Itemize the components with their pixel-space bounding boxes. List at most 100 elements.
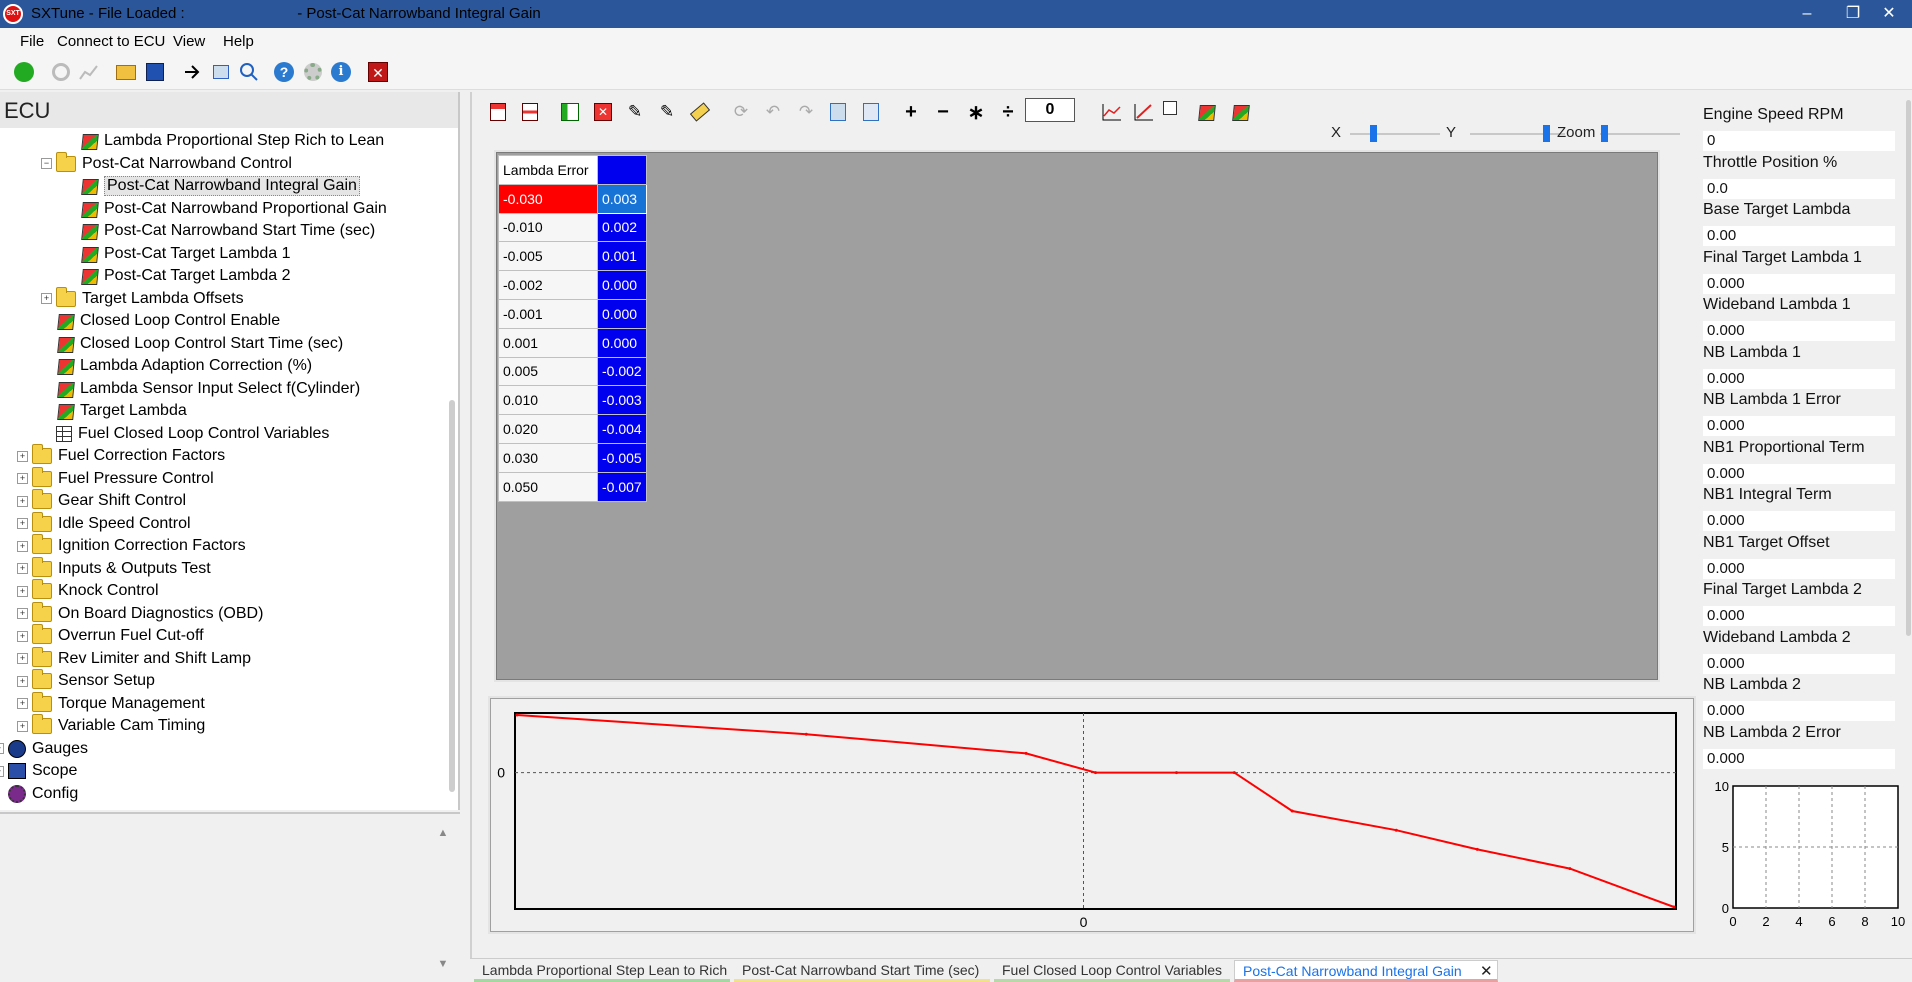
value-cell[interactable]: 0.003 — [597, 183, 647, 214]
tree-item[interactable]: Closed Loop Control Enable — [41, 310, 280, 332]
power-icon[interactable] — [13, 61, 35, 83]
tree-item[interactable]: Post-Cat Target Lambda 1 — [65, 243, 290, 265]
tree-item[interactable]: + Overrun Fuel Cut-off — [17, 624, 204, 647]
row-breakpoint-cell[interactable]: -0.010 — [498, 212, 598, 243]
help-icon[interactable]: ? — [273, 61, 295, 83]
tree-item[interactable]: + Variable Cam Timing — [17, 714, 205, 737]
tree-item[interactable]: Lambda Sensor Input Select f(Cylinder) — [41, 378, 360, 400]
graph-view-icon[interactable] — [1099, 99, 1125, 125]
insert-row-icon[interactable] — [485, 99, 511, 125]
close-window-button[interactable]: ✕ — [1866, 0, 1912, 28]
row-breakpoint-cell[interactable]: 0.020 — [498, 414, 598, 444]
slider-y-track[interactable] — [1470, 133, 1565, 135]
tree-item[interactable]: + On Board Diagnostics (OBD) — [17, 601, 263, 625]
slider-zoom-thumb[interactable] — [1601, 125, 1608, 142]
tree-item[interactable]: + Ignition Correction Factors — [17, 534, 246, 557]
delete-row-icon[interactable] — [517, 99, 543, 125]
tree-item[interactable]: − Post-Cat Narrowband Control — [41, 151, 292, 175]
chart-disabled-icon[interactable] — [78, 61, 100, 83]
tree-item[interactable]: Lambda Adaption Correction (%) — [41, 355, 312, 377]
copy-icon[interactable] — [825, 99, 851, 125]
minus-icon[interactable]: − — [930, 99, 956, 125]
expander-icon[interactable]: + — [17, 608, 28, 619]
graph-off-icon[interactable] — [1131, 99, 1157, 125]
delete-col-icon[interactable]: ✕ — [590, 99, 616, 125]
save-icon[interactable] — [144, 61, 166, 83]
menu-file[interactable]: File — [20, 33, 44, 50]
expander-icon[interactable]: + — [41, 293, 52, 304]
paste-icon[interactable] — [858, 99, 884, 125]
graph-checkbox[interactable] — [1163, 101, 1177, 115]
row-breakpoint-cell[interactable]: -0.005 — [498, 241, 598, 272]
tree-item[interactable]: Config — [0, 783, 78, 805]
operand-input[interactable]: 0 — [1025, 98, 1075, 122]
minimize-button[interactable]: – — [1784, 0, 1830, 28]
tree-item[interactable]: Post-Cat Target Lambda 2 — [65, 265, 290, 287]
tree-item[interactable]: + Gear Shift Control — [17, 489, 186, 512]
search-icon[interactable] — [238, 61, 260, 83]
tree-item[interactable]: Target Lambda — [41, 400, 187, 422]
tree-item[interactable]: + Idle Speed Control — [17, 511, 191, 535]
expander-icon[interactable]: + — [17, 698, 28, 709]
tree-item[interactable]: + Knock Control — [17, 579, 159, 602]
expander-icon[interactable]: + — [17, 585, 28, 597]
tree-item[interactable]: Post-Cat Narrowband Start Time (sec) — [65, 220, 375, 242]
copy-icon[interactable] — [210, 61, 232, 83]
value-cell[interactable]: -0.003 — [597, 385, 647, 416]
open-folder-icon[interactable] — [115, 61, 137, 83]
undo-icon[interactable]: ↶ — [760, 99, 786, 125]
multiply-icon[interactable]: ∗ — [963, 99, 989, 125]
row-breakpoint-cell[interactable]: -0.030 — [498, 183, 598, 214]
expander-icon[interactable]: + — [0, 765, 4, 777]
slider-x-thumb[interactable] — [1369, 125, 1377, 142]
goto-icon[interactable] — [181, 61, 203, 83]
scroll-down-icon[interactable]: ▼ — [436, 957, 450, 971]
close-red-icon[interactable]: ✕ — [367, 61, 389, 83]
tree-item[interactable]: + Fuel Correction Factors — [17, 444, 225, 467]
tree-item[interactable]: Closed Loop Control Start Time (sec) — [41, 333, 343, 355]
tree-item[interactable]: Post-Cat Narrowband Proportional Gain — [65, 198, 387, 220]
redo-icon[interactable]: ↷ — [793, 99, 819, 125]
scroll-up-icon[interactable]: ▲ — [436, 826, 450, 840]
menu-help[interactable]: Help — [223, 33, 254, 50]
tab-item[interactable]: Post-Cat Narrowband Integral Gain — [1234, 960, 1498, 982]
tree-item[interactable]: + Fuel Pressure Control — [17, 466, 214, 490]
settings-icon[interactable] — [302, 61, 324, 83]
expander-icon[interactable]: + — [17, 720, 28, 732]
tree-item[interactable]: + Target Lambda Offsets — [41, 286, 244, 310]
menu-view[interactable]: View — [173, 33, 205, 50]
3d-cube-alt-icon[interactable] — [1230, 99, 1256, 125]
value-cell[interactable]: 0.000 — [597, 270, 647, 300]
tree-item[interactable]: + Rev Limiter and Shift Lamp — [17, 646, 251, 670]
value-cell[interactable]: -0.007 — [597, 471, 647, 502]
expander-icon[interactable]: + — [0, 743, 4, 754]
expander-icon[interactable]: − — [41, 158, 52, 169]
tab-item[interactable]: Post-Cat Narrowband Start Time (sec) — [734, 960, 990, 982]
tree-item[interactable]: + Inputs & Outputs Test — [17, 556, 211, 580]
tab-item[interactable]: Lambda Proportional Step Lean to Rich — [474, 960, 730, 982]
tree-item[interactable]: Post-Cat Narrowband Integral Gain — [65, 175, 360, 197]
edit-icon[interactable]: ✎ — [622, 99, 648, 125]
row-breakpoint-cell[interactable]: 0.005 — [498, 356, 598, 387]
expander-icon[interactable]: + — [17, 540, 28, 552]
expander-icon[interactable]: + — [17, 518, 28, 529]
value-cell[interactable]: -0.005 — [597, 442, 647, 473]
info-icon[interactable]: i — [330, 61, 352, 83]
value-cell[interactable]: -0.004 — [597, 414, 647, 444]
expander-icon[interactable]: + — [17, 630, 28, 642]
plus-icon[interactable]: + — [898, 99, 924, 125]
menu-connect-to-ecu[interactable]: Connect to ECU — [57, 33, 165, 50]
tab-close-icon[interactable]: ✕ — [1480, 962, 1493, 980]
tree-item[interactable]: + Torque Management — [17, 691, 205, 715]
gauge-scrollbar[interactable] — [1906, 100, 1911, 636]
slider-y-thumb[interactable] — [1543, 125, 1550, 142]
slider-x-track[interactable] — [1350, 133, 1440, 135]
value-cell[interactable]: 0.001 — [597, 241, 647, 272]
row-breakpoint-cell[interactable]: -0.002 — [498, 270, 598, 300]
tree-item[interactable]: Lambda Proportional Step Rich to Lean — [65, 130, 384, 152]
expander-icon[interactable]: + — [17, 473, 28, 484]
value-cell[interactable]: 0.000 — [597, 327, 647, 358]
tree-item[interactable]: + Scope — [0, 760, 77, 782]
value-cell[interactable]: 0.002 — [597, 212, 647, 243]
tree-item[interactable]: + Gauges — [0, 738, 88, 760]
